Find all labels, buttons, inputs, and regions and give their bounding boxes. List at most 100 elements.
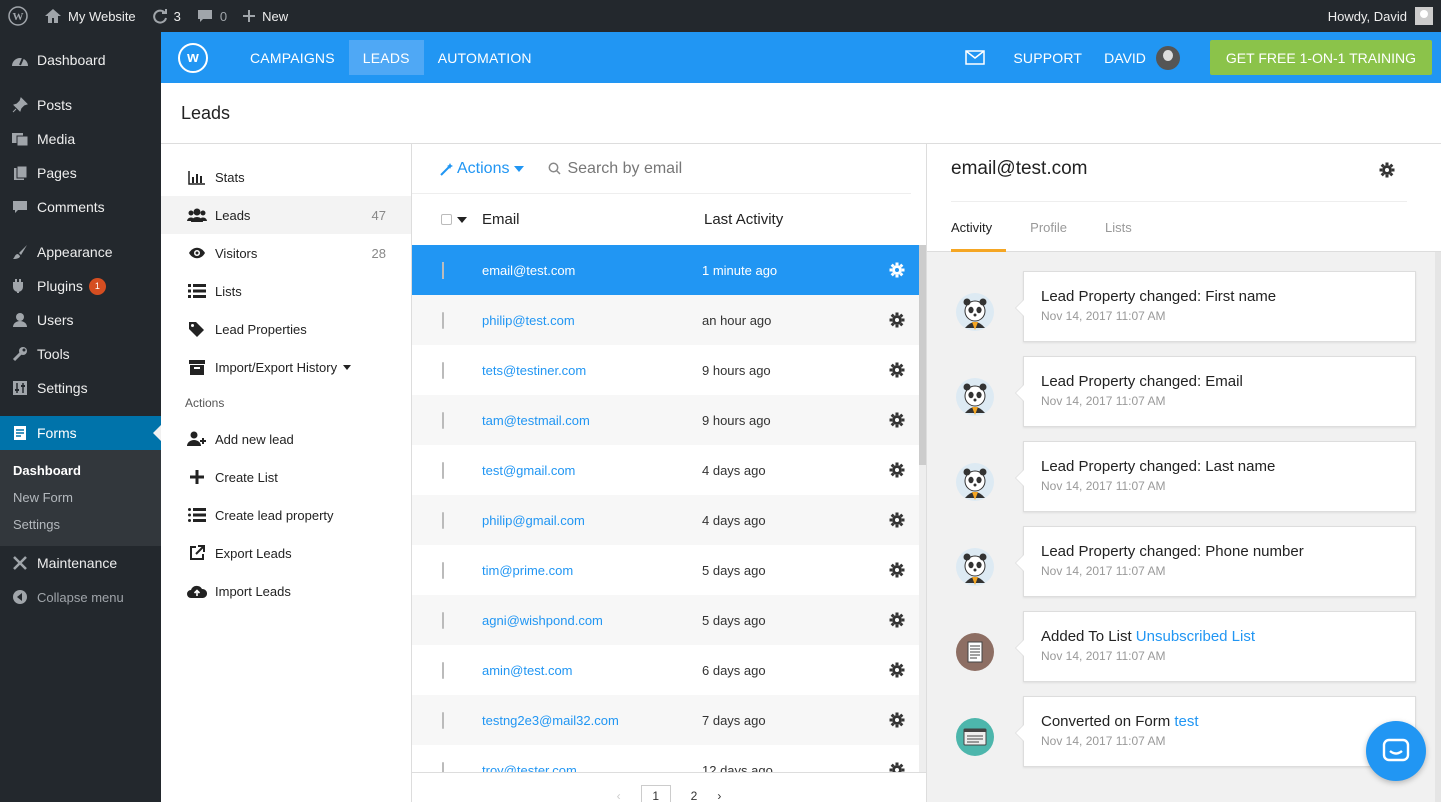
user-avatar[interactable] [1155, 45, 1180, 70]
select-all-control[interactable] [412, 214, 482, 225]
menu-appearance[interactable]: Appearance [0, 235, 161, 269]
nav-lists[interactable]: Lists [161, 272, 411, 310]
row-checkbox[interactable] [442, 461, 444, 479]
gear-icon[interactable] [882, 312, 912, 328]
wishpond-logo[interactable]: w [178, 42, 208, 73]
create-lead-property-link[interactable]: Create lead property [161, 496, 411, 534]
row-checkbox[interactable] [442, 661, 444, 679]
menu-maintenance[interactable]: Maintenance [0, 546, 161, 580]
comments-link[interactable]: 0 [189, 0, 235, 32]
create-list-link[interactable]: Create List [161, 458, 411, 496]
support-link[interactable]: SUPPORT [1005, 40, 1104, 75]
table-row[interactable]: email@test.com 1 minute ago [412, 245, 919, 295]
row-email[interactable]: testng2e3@mail32.com [482, 713, 702, 728]
my-account-link[interactable]: Howdy, David [1328, 7, 1441, 25]
gear-icon[interactable] [882, 362, 912, 378]
tab-profile[interactable]: Profile [1030, 202, 1081, 252]
actions-dropdown[interactable]: Actions [440, 160, 525, 178]
table-row[interactable]: amin@test.com 6 days ago [412, 645, 919, 695]
row-checkbox[interactable] [442, 611, 444, 629]
site-name-link[interactable]: My Website [36, 0, 144, 32]
page-1-button[interactable]: 1 [640, 785, 671, 802]
prev-page-icon[interactable]: ‹ [617, 785, 621, 802]
row-checkbox[interactable] [442, 311, 444, 329]
row-email[interactable]: amin@test.com [482, 663, 702, 678]
row-email[interactable]: philip@gmail.com [482, 513, 702, 528]
gear-icon[interactable] [882, 562, 912, 578]
row-email[interactable]: email@test.com [482, 263, 702, 278]
table-row[interactable]: tim@prime.com 5 days ago [412, 545, 919, 595]
gear-icon[interactable] [1379, 162, 1395, 181]
gear-icon[interactable] [882, 612, 912, 628]
nav-leads[interactable]: LEADS [348, 40, 424, 75]
row-checkbox[interactable] [442, 261, 444, 279]
menu-pages[interactable]: Pages [0, 156, 161, 190]
row-checkbox[interactable] [442, 411, 444, 429]
table-row[interactable]: philip@gmail.com 4 days ago [412, 495, 919, 545]
menu-forms[interactable]: Forms [0, 416, 161, 450]
nav-leads-list[interactable]: Leads 47 [161, 196, 411, 234]
updates-link[interactable]: 3 [144, 0, 189, 32]
row-email[interactable]: philip@test.com [482, 313, 702, 328]
table-row[interactable]: test@gmail.com 4 days ago [412, 445, 919, 495]
gear-icon[interactable] [882, 712, 912, 728]
page-2-button[interactable]: 2 [691, 785, 698, 802]
export-leads-link[interactable]: Export Leads [161, 534, 411, 572]
menu-posts[interactable]: Posts [0, 88, 161, 122]
nav-visitors[interactable]: Visitors 28 [161, 234, 411, 272]
collapse-menu-button[interactable]: Collapse menu [0, 580, 161, 614]
nav-lead-properties[interactable]: Lead Properties [161, 310, 411, 348]
row-checkbox[interactable] [442, 361, 444, 379]
menu-users[interactable]: Users [0, 303, 161, 337]
submenu-dashboard[interactable]: Dashboard [0, 457, 161, 484]
list-scrollbar-thumb[interactable] [919, 245, 926, 465]
nav-automation[interactable]: AUTOMATION [424, 40, 546, 75]
table-row[interactable]: agni@wishpond.com 5 days ago [412, 595, 919, 645]
add-new-lead-link[interactable]: Add new lead [161, 420, 411, 458]
get-training-button[interactable]: GET FREE 1-ON-1 TRAINING [1209, 40, 1432, 75]
gear-icon[interactable] [882, 512, 912, 528]
select-all-checkbox[interactable] [441, 214, 452, 225]
activity-link[interactable]: Unsubscribed List [1136, 628, 1255, 645]
activity-link[interactable]: test [1174, 713, 1198, 730]
gear-icon[interactable] [882, 262, 912, 278]
next-page-icon[interactable]: › [717, 785, 721, 802]
nav-campaigns[interactable]: CAMPAIGNS [236, 40, 349, 75]
import-leads-link[interactable]: Import Leads [161, 572, 411, 610]
row-checkbox[interactable] [442, 511, 444, 529]
mail-icon[interactable] [965, 50, 986, 65]
menu-plugins[interactable]: Plugins 1 [0, 269, 161, 303]
menu-media[interactable]: Media [0, 122, 161, 156]
gear-icon[interactable] [882, 662, 912, 678]
row-checkbox[interactable] [442, 561, 444, 579]
submenu-settings[interactable]: Settings [0, 511, 161, 538]
search-input[interactable] [567, 159, 828, 178]
row-email[interactable]: tim@prime.com [482, 563, 702, 578]
menu-settings[interactable]: Settings [0, 371, 161, 405]
row-email[interactable]: tets@testiner.com [482, 363, 702, 378]
tab-activity[interactable]: Activity [951, 202, 1007, 252]
table-row[interactable]: tam@testmail.com 9 hours ago [412, 395, 919, 445]
row-checkbox[interactable] [442, 711, 444, 729]
nav-stats[interactable]: Stats [161, 158, 411, 196]
menu-dashboard[interactable]: Dashboard [0, 32, 161, 88]
caret-down-icon[interactable] [457, 216, 467, 223]
gear-icon[interactable] [882, 462, 912, 478]
new-content-link[interactable]: New [235, 0, 296, 32]
column-header-email[interactable]: Email [482, 211, 704, 228]
table-row[interactable]: tets@testiner.com 9 hours ago [412, 345, 919, 395]
table-row[interactable]: philip@test.com an hour ago [412, 295, 919, 345]
tab-lists[interactable]: Lists [1105, 202, 1146, 252]
column-header-last-activity[interactable]: Last Activity [704, 211, 783, 228]
user-menu[interactable]: DAVID [1104, 50, 1146, 66]
table-row[interactable]: testng2e3@mail32.com 7 days ago [412, 695, 919, 745]
menu-tools[interactable]: Tools [0, 337, 161, 371]
detail-scrollbar[interactable] [1435, 252, 1441, 802]
wordpress-logo-icon[interactable]: W [0, 0, 36, 32]
row-email[interactable]: tam@testmail.com [482, 413, 702, 428]
submenu-new-form[interactable]: New Form [0, 484, 161, 511]
chat-launcher-button[interactable] [1366, 721, 1426, 781]
menu-comments[interactable]: Comments [0, 190, 161, 224]
nav-import-export-history[interactable]: Import/Export History [161, 348, 411, 386]
gear-icon[interactable] [882, 412, 912, 428]
